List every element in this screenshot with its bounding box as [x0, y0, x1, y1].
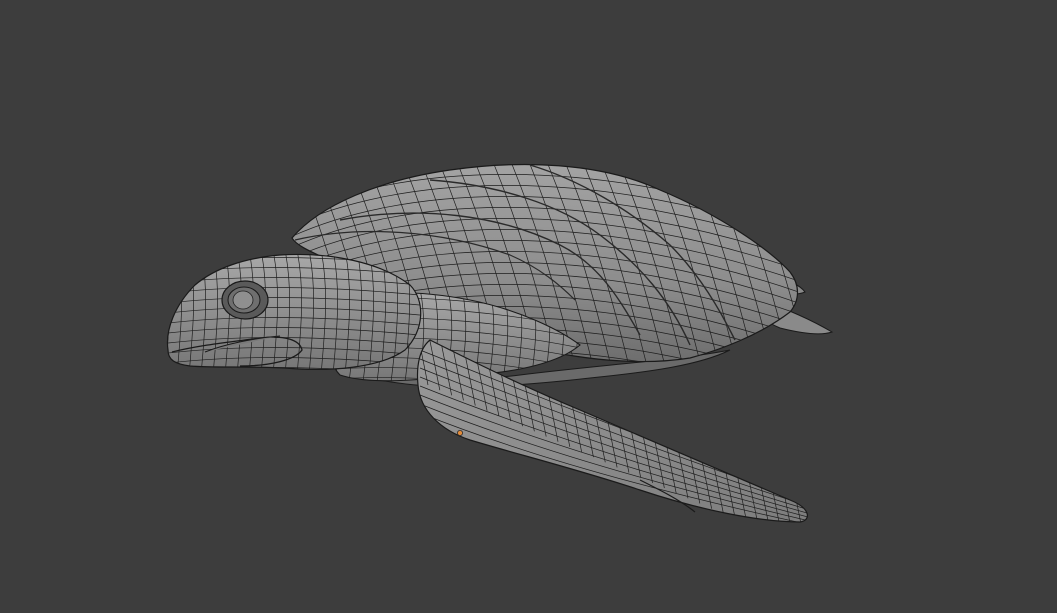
- 3d-viewport[interactable]: [0, 0, 1057, 613]
- object-origin-dot[interactable]: [456, 429, 463, 436]
- turtle-eye: [221, 280, 269, 320]
- viewport-canvas[interactable]: [0, 0, 1057, 613]
